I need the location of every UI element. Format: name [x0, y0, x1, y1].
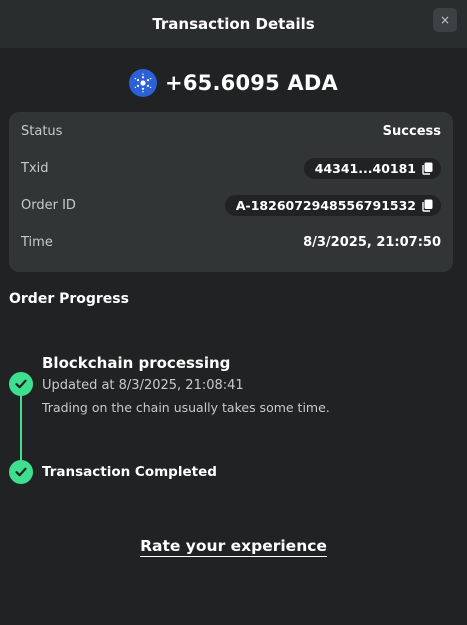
- txid-pill[interactable]: 44341...40181: [303, 157, 441, 179]
- order-label: Order ID: [21, 197, 76, 213]
- txid-label: Txid: [21, 160, 49, 176]
- status-value: Success: [382, 123, 441, 139]
- status-label: Status: [21, 123, 63, 139]
- step-title: Transaction Completed: [42, 464, 217, 480]
- timeline-line: [20, 392, 22, 462]
- check-icon: [9, 460, 33, 484]
- close-icon: ×: [439, 13, 451, 27]
- rate-experience-label[interactable]: Rate your experience: [140, 537, 327, 557]
- step-title: Blockchain processing: [42, 354, 231, 372]
- status-row: Status Success: [21, 118, 441, 144]
- txid-value: 44341...40181: [314, 160, 416, 176]
- amount-value: +65.6095 ADA: [165, 71, 338, 95]
- time-value: 8/3/2025, 21:07:50: [303, 234, 441, 250]
- txid-row: Txid 44341...40181: [21, 155, 441, 181]
- page-title: Transaction Details: [152, 15, 315, 33]
- order-progress-title: Order Progress: [9, 291, 129, 307]
- rate-experience-link[interactable]: Rate your experience: [0, 536, 467, 557]
- cardano-icon: [129, 69, 158, 97]
- step-note: Trading on the chain usually takes some …: [42, 400, 330, 415]
- details-card: Status Success Txid 44341...40181 Order …: [9, 112, 453, 272]
- copy-icon[interactable]: [421, 199, 433, 212]
- close-button[interactable]: ×: [433, 8, 457, 32]
- header-bar: Transaction Details ×: [0, 0, 467, 48]
- order-row: Order ID A-1826072948556791532: [21, 192, 441, 218]
- step-updated-time: Updated at 8/3/2025, 21:08:41: [42, 378, 244, 393]
- order-value: A-1826072948556791532: [235, 197, 416, 213]
- time-label: Time: [21, 234, 53, 250]
- order-pill[interactable]: A-1826072948556791532: [224, 194, 441, 216]
- check-icon: [9, 372, 33, 396]
- copy-icon[interactable]: [421, 162, 433, 175]
- amount-display: +65.6095 ADA: [0, 66, 467, 100]
- time-row: Time 8/3/2025, 21:07:50: [21, 229, 441, 255]
